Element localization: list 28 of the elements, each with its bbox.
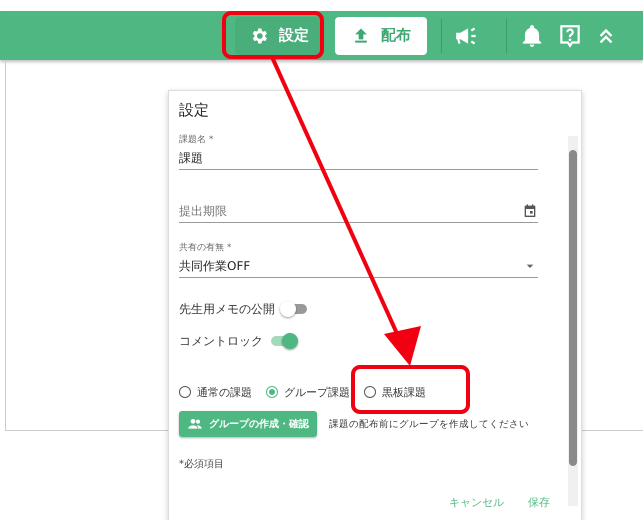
field-label: 課題名 * (179, 134, 214, 147)
radio-label: 黒板課題 (382, 384, 426, 400)
dialog-title: 設定 (179, 101, 210, 121)
radio-label: 通常の課題 (197, 384, 252, 400)
toggle-label: 先生用メモの公開 (179, 300, 275, 318)
distribute-button[interactable]: 配布 (335, 16, 427, 54)
radio-button[interactable] (266, 386, 278, 398)
field-value: 課題 (179, 150, 203, 166)
field-value: 共同作業OFF (179, 258, 250, 274)
scrollbar[interactable] (568, 136, 578, 506)
save-button[interactable]: 保存 (522, 491, 556, 514)
radio-button[interactable] (364, 386, 376, 398)
create-group-button[interactable]: グループの作成・確認 (179, 411, 317, 437)
text-field[interactable]: 課題名 * 課題 (179, 133, 538, 170)
toggle-switch[interactable] (271, 336, 295, 346)
radio-button[interactable] (179, 386, 191, 398)
field-label: 共有の有無 * (179, 242, 232, 255)
select-field[interactable]: 共有の有無 * 共同作業OFF (179, 241, 538, 278)
calendar-icon[interactable] (522, 203, 538, 219)
radio-label: グループ課題 (284, 384, 350, 400)
toggle-label: コメントロック (179, 332, 263, 350)
required-note: *必須項目 (179, 458, 225, 471)
date-field[interactable]: 提出期限 (179, 200, 538, 223)
hint-text: 課題の配布前にグループを作成してください (329, 418, 529, 430)
settings-button[interactable]: 設定 (235, 16, 323, 54)
cancel-button[interactable]: キャンセル (443, 491, 510, 514)
field-placeholder: 提出期限 (179, 202, 227, 220)
toggle-switch[interactable] (283, 304, 307, 314)
